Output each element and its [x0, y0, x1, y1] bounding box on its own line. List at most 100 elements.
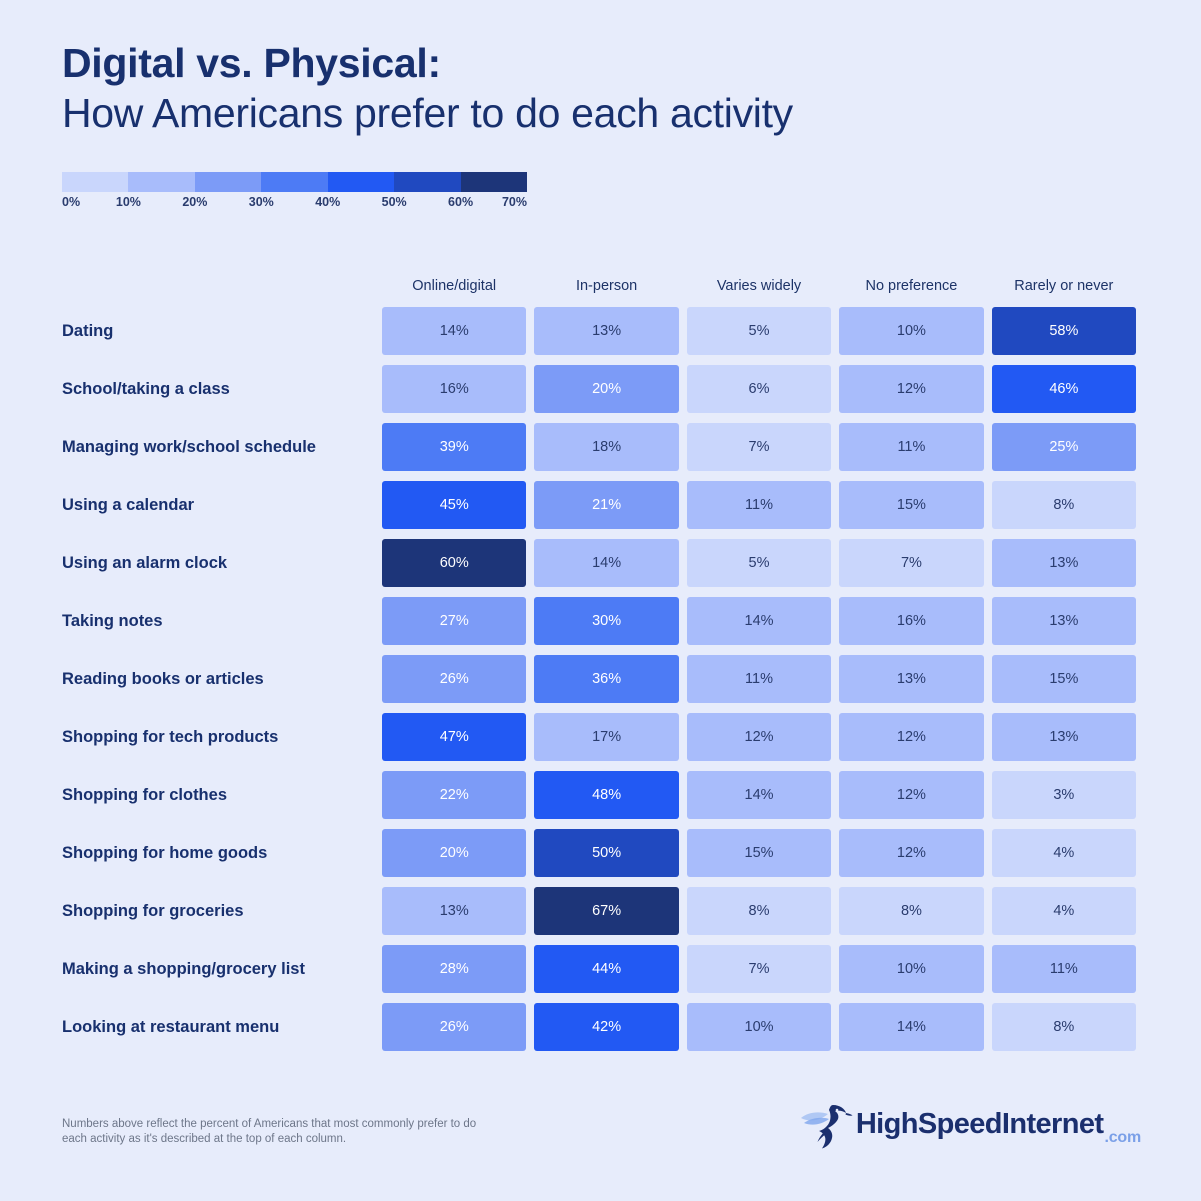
row-label-shopping-for-home-goods: Shopping for home goods	[62, 843, 268, 862]
heatmap-cell: 47%	[382, 713, 527, 761]
heatmap-cell: 42%	[534, 1003, 679, 1051]
row-label-making-a-shopping-grocery-list: Making a shopping/grocery list	[62, 959, 305, 978]
heatmap-cell: 8%	[839, 887, 984, 935]
heatmap-cell: 21%	[534, 481, 679, 529]
row-label-dating: Dating	[62, 321, 114, 340]
column-header-in-person: In-person	[575, 278, 638, 294]
legend-swatch-40to50	[327, 172, 395, 192]
color-scale-legend: 0% 10% 20% 30% 40% 50% 60% 70%	[62, 172, 527, 215]
heatmap-cell: 50%	[534, 829, 679, 877]
heatmap-cell: 60%	[382, 539, 527, 587]
heatmap-cell: 13%	[991, 597, 1137, 645]
legend-swatch-50to60	[394, 172, 461, 192]
legend-tick-labels: 0% 10% 20% 30% 40% 50% 60% 70%	[62, 195, 527, 215]
heatmap-cell: 5%	[686, 539, 832, 587]
legend-swatch-0to10	[62, 172, 129, 192]
heatmap-cell: 27%	[382, 597, 527, 645]
row-label-managing-work-school-schedule: Managing work/school schedule	[62, 437, 316, 456]
heatmap-cell: 26%	[382, 1003, 527, 1051]
heatmap-cell: 20%	[382, 829, 527, 877]
heatmap-cell: 44%	[534, 945, 679, 993]
title-line-secondary: How Americans prefer to do each activity	[62, 90, 793, 136]
table-row: Shopping for tech products 47% 17% 12% 12% 13…	[62, 708, 1140, 766]
column-header-row: Online/digital In-person Varies widely No p…	[62, 270, 1140, 302]
table-row: Dating 14% 13% 5% 10% 58%	[62, 302, 1140, 360]
heatmap-cell: 39%	[382, 423, 527, 471]
heatmap-cell: 14%	[686, 771, 832, 819]
heatmap-cell: 14%	[534, 539, 679, 587]
heatmap-cell: 11%	[839, 423, 984, 471]
heatmap-cell: 5%	[686, 307, 832, 355]
heatmap-cell: 12%	[839, 713, 984, 761]
heatmap-cell: 7%	[686, 423, 832, 471]
heatmap-cell: 67%	[534, 887, 679, 935]
heatmap-cell: 4%	[991, 887, 1137, 935]
heatmap-cell: 14%	[839, 1003, 984, 1051]
column-header-online-digital: Online/digital	[412, 278, 497, 294]
heatmap-cell: 58%	[991, 307, 1137, 355]
heatmap-cell: 12%	[839, 365, 984, 413]
legend-tick: 20%	[182, 195, 208, 209]
legend-tick: 70%	[501, 195, 527, 209]
row-label-shopping-for-clothes: Shopping for clothes	[62, 785, 227, 804]
table-row: Reading books or articles 26% 36% 11% 13% 15%	[62, 650, 1140, 708]
logo-tld: .com	[1104, 1129, 1141, 1146]
heatmap-cell: 12%	[686, 713, 832, 761]
legend-swatch-20to30	[194, 172, 262, 192]
table-row: Shopping for groceries 13% 67% 8% 8% 4%	[62, 882, 1140, 940]
heatmap-cell: 10%	[686, 1003, 832, 1051]
heatmap-cell: 13%	[991, 539, 1137, 587]
heatmap-cell: 16%	[839, 597, 984, 645]
table-row: Using a calendar 45% 21% 11% 15% 8%	[62, 476, 1140, 534]
footnote: Numbers above reflect the percent of Ame…	[62, 1118, 477, 1145]
heatmap-cell: 13%	[534, 307, 679, 355]
heatmap-cell: 14%	[686, 597, 832, 645]
row-label-taking-notes: Taking notes	[62, 611, 163, 630]
heatmap-cell: 8%	[991, 481, 1137, 529]
brand-logo[interactable]: HighSpeedInternet .com	[799, 1098, 1141, 1150]
heatmap-cell: 36%	[534, 655, 679, 703]
legend-tick: 40%	[315, 195, 341, 209]
heatmap-cell: 7%	[839, 539, 984, 587]
table-row: Using an alarm clock 60% 14% 5% 7% 13%	[62, 534, 1140, 592]
table-row: Making a shopping/grocery list 28% 44% 7% 10…	[62, 940, 1140, 998]
row-label-using-a-calendar: Using a calendar	[62, 495, 195, 514]
heatmap-cell: 18%	[534, 423, 679, 471]
heatmap-cell: 46%	[991, 365, 1137, 413]
row-label-shopping-for-groceries: Shopping for groceries	[62, 901, 244, 920]
legend-swatch-strip	[62, 172, 527, 192]
heatmap-cell: 13%	[839, 655, 984, 703]
heatmap-cell: 6%	[686, 365, 832, 413]
heatmap-cell: 15%	[991, 655, 1137, 703]
table-row: Looking at restaurant menu 26% 42% 10% 14% 8%	[62, 998, 1140, 1056]
page-title: Digital vs. Physical: How Americans pref…	[62, 38, 1062, 138]
heatmap-cell: 25%	[991, 423, 1137, 471]
heatmap-matrix: Online/digital In-person Varies widely No p…	[62, 270, 1140, 1056]
heatmap-cell: 12%	[839, 829, 984, 877]
column-header-no-preference: No preference	[865, 278, 958, 294]
heatmap-cell: 13%	[991, 713, 1137, 761]
column-header-rarely-or-never: Rarely or never	[1014, 278, 1114, 294]
heatmap-cell: 8%	[686, 887, 832, 935]
heatmap-cell: 17%	[534, 713, 679, 761]
heatmap-cell: 3%	[991, 771, 1137, 819]
heatmap-row-container: Dating 14% 13% 5% 10% 58% School/taking a clas…	[62, 302, 1140, 1056]
row-label-using-an-alarm-clock: Using an alarm clock	[62, 553, 228, 572]
legend-tick: 50%	[381, 195, 407, 209]
heatmap-cell: 15%	[839, 481, 984, 529]
table-row: Managing work/school schedule 39% 18% 7% 11%…	[62, 418, 1140, 476]
table-row: School/taking a class 16% 20% 6% 12% 46%	[62, 360, 1140, 418]
heatmap-cell: 15%	[686, 829, 832, 877]
title-line-primary: Digital vs. Physical:	[62, 40, 441, 86]
heatmap-cell: 14%	[382, 307, 527, 355]
heatmap-cell: 28%	[382, 945, 527, 993]
legend-tick: 60%	[448, 195, 474, 209]
hummingbird-icon	[800, 1105, 853, 1149]
legend-swatch-60to70	[460, 172, 527, 192]
table-row: Shopping for home goods 20% 50% 15% 12% 4%	[62, 824, 1140, 882]
heatmap-cell: 11%	[991, 945, 1137, 993]
heatmap-cell: 7%	[686, 945, 832, 993]
row-label-school-taking-a-class: School/taking a class	[62, 379, 230, 398]
row-label-reading-books-or-articles: Reading books or articles	[62, 669, 264, 688]
heatmap-cell: 48%	[534, 771, 679, 819]
